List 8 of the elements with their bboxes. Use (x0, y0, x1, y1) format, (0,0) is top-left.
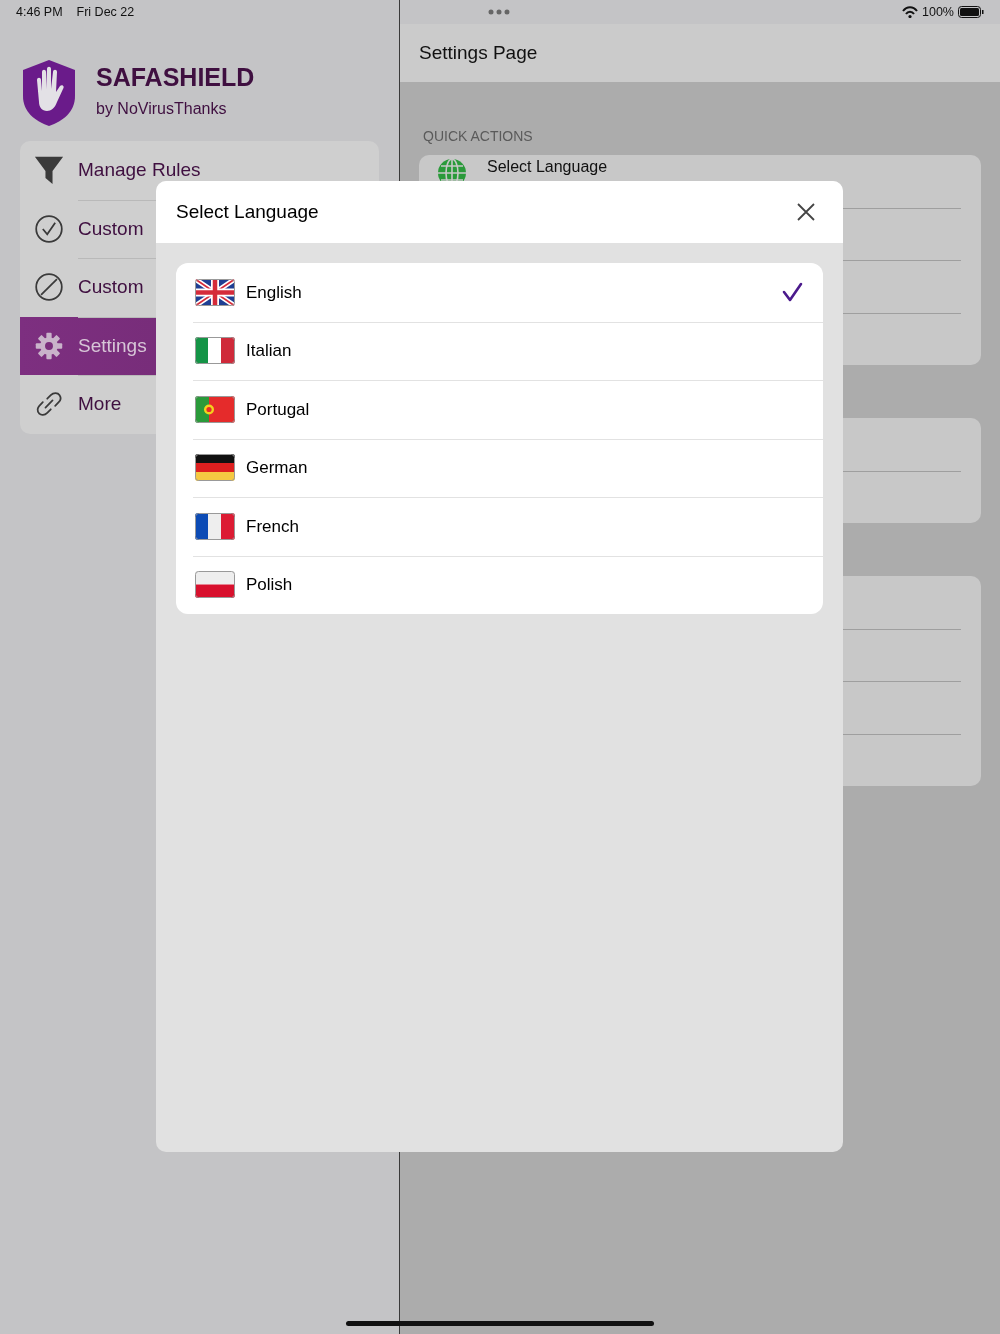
app-title: SAFASHIELD (96, 63, 255, 92)
dialog-title: Select Language (176, 199, 319, 224)
battery-percent: 100% (922, 3, 954, 21)
section-header: QUICK ACTIONS (422, 127, 534, 146)
page-title: Settings Page (400, 24, 1000, 82)
app-subtitle: by NoVirusThanks (96, 99, 228, 120)
status-time: 4:46 PM (16, 3, 63, 21)
status-date: Fri Dec 22 (76, 3, 135, 21)
